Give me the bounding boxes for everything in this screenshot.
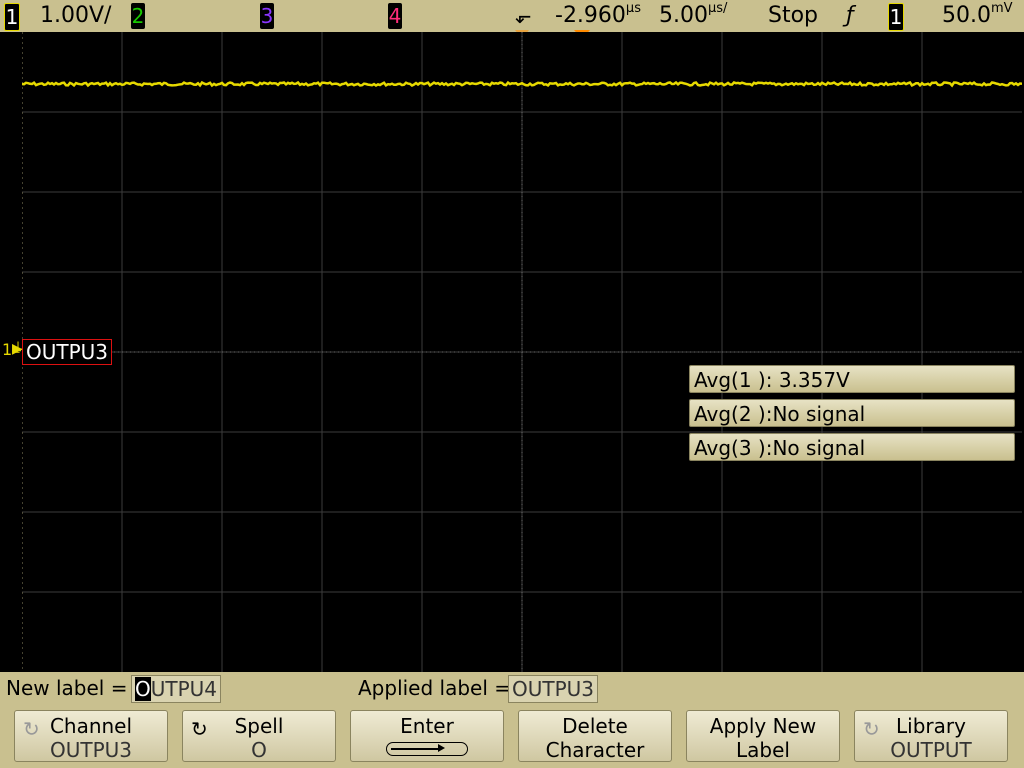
softkey-bar: ↻ Channel OUTPU3 ↻ Spell O Enter Delete …	[0, 704, 1024, 768]
channel-4-indicator[interactable]: 4	[388, 3, 402, 29]
new-label-cursor: O	[135, 677, 151, 701]
trigger-level-value: 50.0	[942, 3, 991, 28]
label-edit-bar: New label = OUTPU4 Applied label = OUTPU…	[0, 672, 1024, 704]
new-label-caption: New label =	[6, 676, 128, 700]
enter-softkey[interactable]: Enter	[350, 710, 504, 762]
softkey-label: Library	[896, 714, 966, 738]
time-scale-value: 5.00	[659, 3, 708, 28]
waveform-display[interactable]	[22, 32, 1022, 672]
softkey-value: O	[251, 738, 267, 762]
trigger-level: 50.0mV	[942, 0, 1013, 32]
new-label-field[interactable]: OUTPU4	[131, 675, 222, 703]
measurement-avg-2[interactable]: Avg(2 ):No signal	[689, 399, 1015, 427]
time-delay-value: -2.960	[555, 3, 626, 28]
softkey-label-line2: Label	[736, 738, 790, 762]
library-softkey[interactable]: ↻ Library OUTPUT	[854, 710, 1008, 762]
softkey-label-line2: Character	[545, 738, 645, 762]
softkey-label: Channel	[49, 714, 133, 738]
softkey-value: OUTPUT	[890, 738, 972, 762]
run-state[interactable]: Stop	[768, 0, 818, 32]
trigger-slope-icon: ƒ	[846, 3, 854, 28]
channel-2-indicator[interactable]: 2	[131, 3, 145, 29]
channel-1-indicator[interactable]: 1	[4, 3, 20, 31]
measurement-avg-3[interactable]: Avg(3 ):No signal	[689, 433, 1015, 461]
softkey-label: Delete	[562, 714, 628, 738]
enter-arrow-icon	[386, 742, 468, 756]
measurement-avg-1[interactable]: Avg(1 ): 3.357V	[689, 365, 1015, 393]
graticule	[22, 32, 1022, 672]
spell-softkey[interactable]: ↻ Spell O	[182, 710, 336, 762]
channel-3-indicator[interactable]: 3	[260, 3, 274, 29]
channel-softkey[interactable]: ↻ Channel OUTPU3	[14, 710, 168, 762]
softkey-label: Apply New	[709, 714, 817, 738]
status-bar: 1 1.00V/ 2 3 4 ⬐ -2.960µs 5.00µs/ Stop ƒ…	[0, 0, 1024, 32]
applied-label-field: OUTPU3	[508, 675, 599, 703]
time-scale-unit: µs/	[707, 1, 728, 16]
delete-character-softkey[interactable]: Delete Character	[518, 710, 672, 762]
apply-new-label-softkey[interactable]: Apply New Label	[686, 710, 840, 762]
time-scale: 5.00µs/	[659, 0, 727, 32]
channel-1-scale: 1.00V/	[40, 3, 112, 28]
time-delay-unit: µs	[625, 1, 641, 16]
trigger-position-icon: ⬐	[515, 4, 532, 28]
applied-label-caption: Applied label =	[358, 676, 512, 700]
trigger-source-indicator[interactable]: 1	[888, 3, 904, 31]
new-label-rest: UTPU4	[150, 677, 218, 701]
softkey-label: Spell	[234, 714, 284, 738]
time-delay: -2.960µs	[555, 0, 641, 32]
channel-label-tag: OUTPU3	[22, 339, 113, 365]
softkey-value: OUTPU3	[49, 738, 133, 762]
trigger-level-unit: mV	[990, 1, 1013, 16]
channel-1-ground-marker[interactable]: 1 ⏚ ▶	[2, 334, 25, 366]
softkey-label: Enter	[400, 714, 454, 738]
